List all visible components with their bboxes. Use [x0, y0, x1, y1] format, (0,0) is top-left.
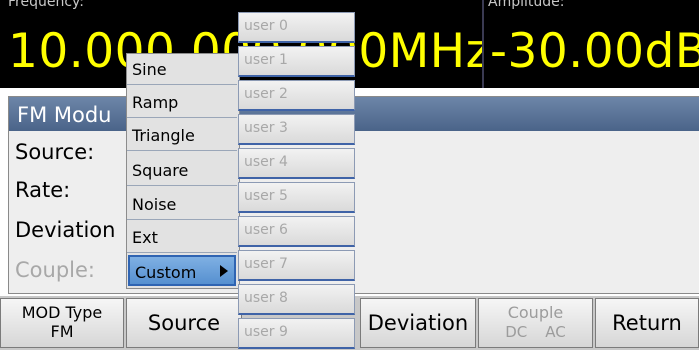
- user-item-1[interactable]: user 1: [238, 46, 355, 77]
- return-softkey-label: Return: [612, 311, 682, 335]
- amplitude-value: -30.00dBm: [490, 24, 699, 79]
- user-item-0[interactable]: user 0: [238, 12, 355, 43]
- couple-softkey[interactable]: Couple DC AC: [478, 298, 593, 348]
- deviation-softkey-label: Deviation: [367, 311, 469, 335]
- user-item-7[interactable]: user 7: [238, 250, 355, 281]
- deviation-softkey[interactable]: Deviation: [360, 298, 476, 348]
- menu-item-sine[interactable]: Sine: [127, 54, 237, 85]
- amplitude-readout[interactable]: Amplitude: -30.00dBm: [484, 0, 699, 88]
- frequency-label: Frequency:: [8, 0, 85, 10]
- rate-row-label: Rate:: [15, 178, 71, 202]
- user-item-3[interactable]: user 3: [238, 114, 355, 145]
- couple-softkey-label: Couple: [507, 303, 564, 322]
- return-softkey[interactable]: Return: [595, 298, 699, 348]
- source-softkey[interactable]: Source: [126, 298, 242, 348]
- user-item-6[interactable]: user 6: [238, 216, 355, 247]
- menu-item-ext[interactable]: Ext: [127, 222, 237, 253]
- couple-dc-option: DC: [505, 323, 528, 341]
- user-item-4[interactable]: user 4: [238, 148, 355, 179]
- user-item-2[interactable]: user 2: [238, 80, 355, 111]
- mod-type-softkey[interactable]: MOD Type FM: [0, 298, 124, 348]
- menu-item-triangle[interactable]: Triangle: [127, 120, 237, 151]
- waveform-menu: Sine Ramp Triangle Square Noise Ext Cust…: [126, 53, 240, 289]
- menu-item-custom[interactable]: Custom: [128, 255, 236, 286]
- menu-item-custom-label: Custom: [135, 263, 197, 282]
- deviation-row-label: Deviation: [15, 218, 116, 242]
- user-item-8[interactable]: user 8: [238, 284, 355, 315]
- menu-item-ramp[interactable]: Ramp: [127, 87, 237, 118]
- source-row-label: Source:: [15, 140, 95, 164]
- couple-row-label: Couple:: [15, 258, 95, 282]
- menu-item-noise[interactable]: Noise: [127, 189, 237, 220]
- user-item-9[interactable]: user 9: [238, 318, 355, 349]
- menu-item-square[interactable]: Square: [127, 155, 237, 186]
- couple-ac-option: AC: [545, 323, 566, 341]
- source-softkey-label: Source: [147, 311, 221, 335]
- amplitude-label: Amplitude:: [488, 0, 565, 10]
- submenu-arrow-icon: [220, 265, 228, 277]
- user-waveform-list: user 0 user 1 user 2 user 3 user 4 user …: [238, 12, 355, 350]
- couple-options: DC AC: [479, 322, 592, 342]
- mod-type-label: MOD Type: [21, 303, 103, 322]
- fm-panel-title: FM Modu: [17, 103, 112, 127]
- user-item-5[interactable]: user 5: [238, 182, 355, 213]
- mod-type-value: FM: [50, 322, 74, 341]
